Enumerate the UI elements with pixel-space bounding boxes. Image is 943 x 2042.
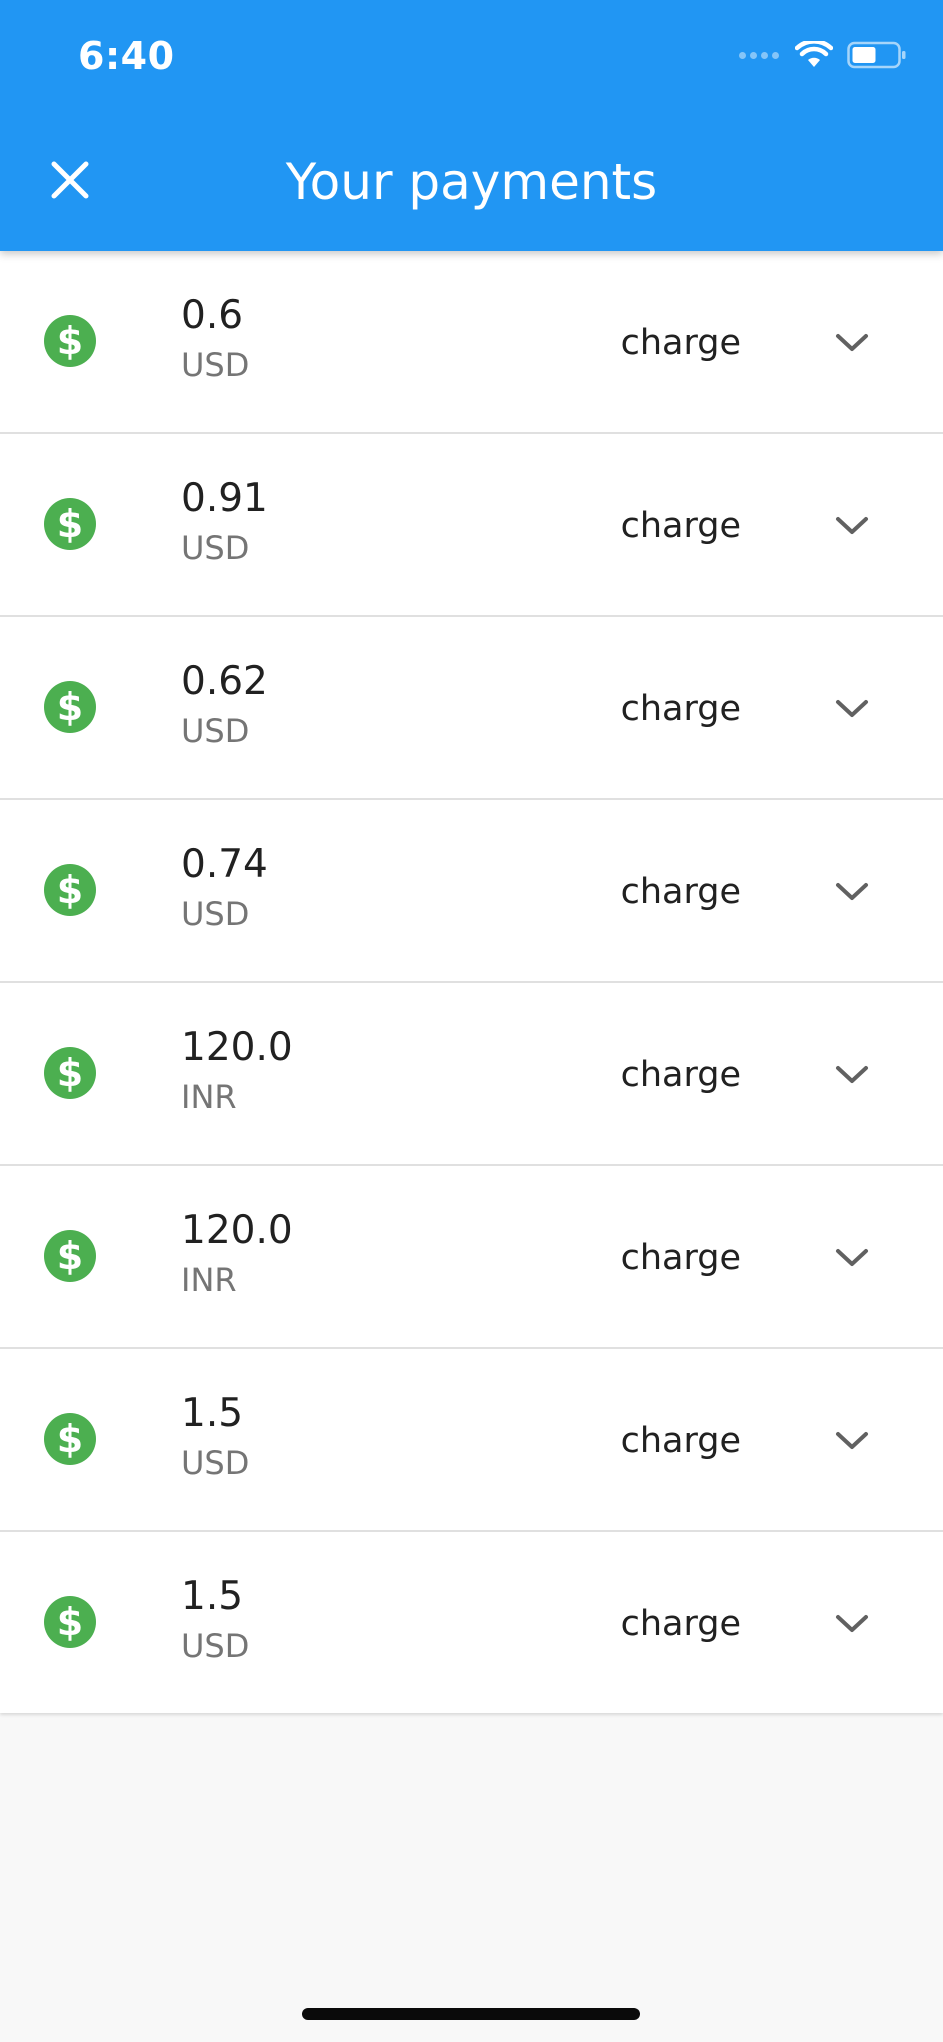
expand-button[interactable] bbox=[828, 870, 876, 914]
chevron-down-icon bbox=[836, 883, 868, 900]
payment-row[interactable]: $ 1.5 USD charge bbox=[0, 1532, 943, 1713]
payment-row[interactable]: $ 0.74 USD charge bbox=[0, 800, 943, 983]
payment-currency: USD bbox=[181, 1444, 250, 1482]
home-indicator[interactable] bbox=[302, 2008, 640, 2020]
wifi-icon bbox=[795, 41, 833, 67]
svg-text:$: $ bbox=[57, 1051, 83, 1095]
payment-type: charge bbox=[620, 689, 741, 729]
payment-amount: 0.91 bbox=[181, 476, 268, 521]
payment-amount: 0.62 bbox=[181, 659, 268, 704]
payment-row[interactable]: $ 0.91 USD charge bbox=[0, 434, 943, 617]
payment-amount: 0.6 bbox=[181, 293, 244, 338]
dollar-circle-icon: $ bbox=[44, 1413, 96, 1465]
chevron-down-icon bbox=[836, 1615, 868, 1632]
payment-row[interactable]: $ 0.6 USD charge bbox=[0, 251, 943, 434]
expand-button[interactable] bbox=[828, 1236, 876, 1280]
payment-type: charge bbox=[620, 872, 741, 912]
payment-currency: USD bbox=[181, 1627, 250, 1665]
svg-text:$: $ bbox=[57, 502, 83, 546]
svg-text:$: $ bbox=[57, 1417, 83, 1461]
payment-amount: 120.0 bbox=[181, 1025, 293, 1070]
payment-row[interactable]: $ 0.62 USD charge bbox=[0, 617, 943, 800]
svg-text:$: $ bbox=[57, 1234, 83, 1278]
payment-currency: INR bbox=[181, 1078, 237, 1116]
dollar-circle-icon: $ bbox=[44, 1596, 96, 1648]
expand-button[interactable] bbox=[828, 687, 876, 731]
page-title: Your payments bbox=[285, 153, 658, 211]
payment-row[interactable]: $ 120.0 INR charge bbox=[0, 1166, 943, 1349]
payments-list: $ 0.6 USD charge $ 0.91 USD charge $ 0.6… bbox=[0, 251, 943, 1713]
payment-type: charge bbox=[620, 506, 741, 546]
status-time: 6:40 bbox=[78, 34, 175, 78]
chevron-down-icon bbox=[836, 700, 868, 717]
payment-row[interactable]: $ 120.0 INR charge bbox=[0, 983, 943, 1166]
payment-amount: 120.0 bbox=[181, 1208, 293, 1253]
payment-currency: USD bbox=[181, 346, 250, 384]
svg-text:$: $ bbox=[57, 319, 83, 363]
payment-type: charge bbox=[620, 1421, 741, 1461]
expand-button[interactable] bbox=[828, 1053, 876, 1097]
status-icons bbox=[737, 40, 907, 70]
payment-currency: USD bbox=[181, 712, 250, 750]
battery-icon bbox=[847, 41, 906, 69]
svg-text:$: $ bbox=[57, 868, 83, 912]
dollar-circle-icon: $ bbox=[44, 315, 96, 367]
dollar-circle-icon: $ bbox=[44, 1047, 96, 1099]
payment-currency: USD bbox=[181, 895, 250, 933]
payment-row[interactable]: $ 1.5 USD charge bbox=[0, 1349, 943, 1532]
expand-button[interactable] bbox=[828, 504, 876, 548]
expand-button[interactable] bbox=[828, 1602, 876, 1646]
dollar-circle-icon: $ bbox=[44, 864, 96, 916]
chevron-down-icon bbox=[836, 517, 868, 534]
payment-type: charge bbox=[620, 323, 741, 363]
payment-amount: 0.74 bbox=[181, 842, 268, 887]
chevron-down-icon bbox=[836, 1432, 868, 1449]
svg-text:$: $ bbox=[57, 685, 83, 729]
dollar-circle-icon: $ bbox=[44, 681, 96, 733]
payment-currency: USD bbox=[181, 529, 250, 567]
app-bar: 6:40 Your payments bbox=[0, 0, 943, 251]
payment-type: charge bbox=[620, 1055, 741, 1095]
dollar-circle-icon: $ bbox=[44, 1230, 96, 1282]
dollar-circle-icon: $ bbox=[44, 498, 96, 550]
chevron-down-icon bbox=[836, 334, 868, 351]
expand-button[interactable] bbox=[828, 321, 876, 365]
expand-button[interactable] bbox=[828, 1419, 876, 1463]
payment-amount: 1.5 bbox=[181, 1391, 244, 1436]
payment-type: charge bbox=[620, 1238, 741, 1278]
cellular-signal-icon bbox=[737, 51, 781, 59]
payment-type: charge bbox=[620, 1604, 741, 1644]
chevron-down-icon bbox=[836, 1066, 868, 1083]
payment-amount: 1.5 bbox=[181, 1574, 244, 1619]
payment-currency: INR bbox=[181, 1261, 237, 1299]
chevron-down-icon bbox=[836, 1249, 868, 1266]
svg-text:$: $ bbox=[57, 1600, 83, 1644]
